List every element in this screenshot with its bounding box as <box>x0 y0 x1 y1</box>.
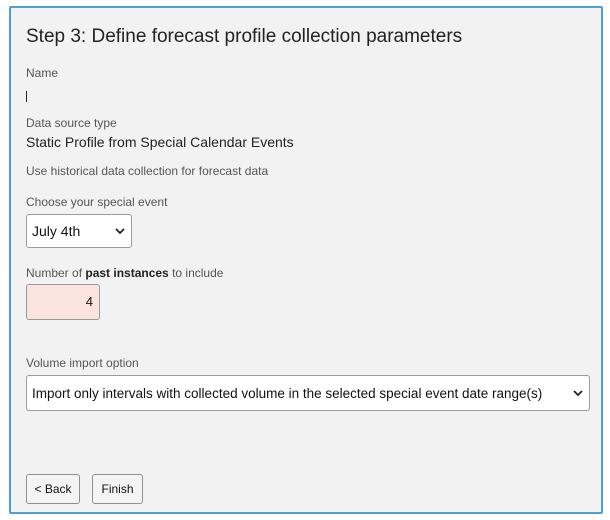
volume-import-selected-value: Import only intervals with collected vol… <box>32 385 543 401</box>
past-instances-input[interactable]: 4 <box>26 284 100 320</box>
past-instances-label-suffix: to include <box>168 266 224 280</box>
chevron-down-icon <box>113 224 127 238</box>
name-label: Name <box>26 66 59 80</box>
page-title: Step 3: Define forecast profile collecti… <box>26 26 463 47</box>
special-event-label: Choose your special event <box>26 195 168 209</box>
past-instances-label-bold: past instances <box>85 266 169 280</box>
data-source-value: Static Profile from Special Calendar Eve… <box>26 134 294 150</box>
volume-import-label: Volume import option <box>26 356 139 370</box>
data-source-label: Data source type <box>26 116 117 130</box>
text-cursor <box>26 91 27 102</box>
special-event-selected-value: July 4th <box>32 223 81 239</box>
past-instances-label: Number of past instances to include <box>26 266 223 280</box>
finish-button[interactable]: Finish <box>92 474 143 504</box>
wizard-panel: Step 3: Define forecast profile collecti… <box>9 6 603 514</box>
back-button[interactable]: < Back <box>26 474 80 504</box>
volume-import-select[interactable]: Import only intervals with collected vol… <box>26 375 590 411</box>
special-event-select[interactable]: July 4th <box>26 214 132 248</box>
past-instances-label-prefix: Number of <box>26 266 86 280</box>
historical-data-note: Use historical data collection for forec… <box>26 164 269 178</box>
chevron-down-icon <box>571 386 585 400</box>
